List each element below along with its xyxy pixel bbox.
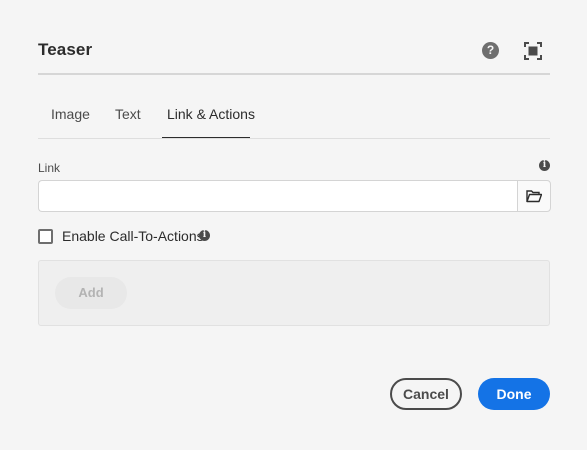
- fullscreen-icon[interactable]: [524, 42, 542, 60]
- dialog-title: Teaser: [38, 40, 93, 59]
- header-divider: [38, 73, 550, 75]
- cta-multifield: Add: [38, 260, 550, 326]
- link-input[interactable]: [38, 180, 517, 212]
- info-icon[interactable]: i: [199, 230, 210, 241]
- tab-link-actions[interactable]: Link & Actions: [167, 106, 255, 122]
- help-icon[interactable]: ?: [482, 42, 499, 59]
- enable-cta-label[interactable]: Enable Call-To-Actions: [62, 228, 204, 244]
- info-icon[interactable]: i: [539, 160, 550, 171]
- folder-icon: [526, 190, 542, 203]
- add-button: Add: [55, 277, 127, 309]
- cancel-button[interactable]: Cancel: [390, 378, 462, 410]
- tabs-divider: [38, 138, 550, 139]
- teaser-dialog: Teaser ? Image Text Link & Actions Link …: [0, 0, 587, 450]
- tab-image[interactable]: Image: [51, 106, 90, 122]
- tab-list: Image Text Link & Actions: [38, 96, 550, 140]
- browse-button[interactable]: [517, 180, 551, 212]
- done-button[interactable]: Done: [478, 378, 550, 410]
- link-label: Link: [38, 161, 61, 175]
- tab-text[interactable]: Text: [115, 106, 141, 122]
- enable-cta-checkbox[interactable]: [38, 229, 53, 244]
